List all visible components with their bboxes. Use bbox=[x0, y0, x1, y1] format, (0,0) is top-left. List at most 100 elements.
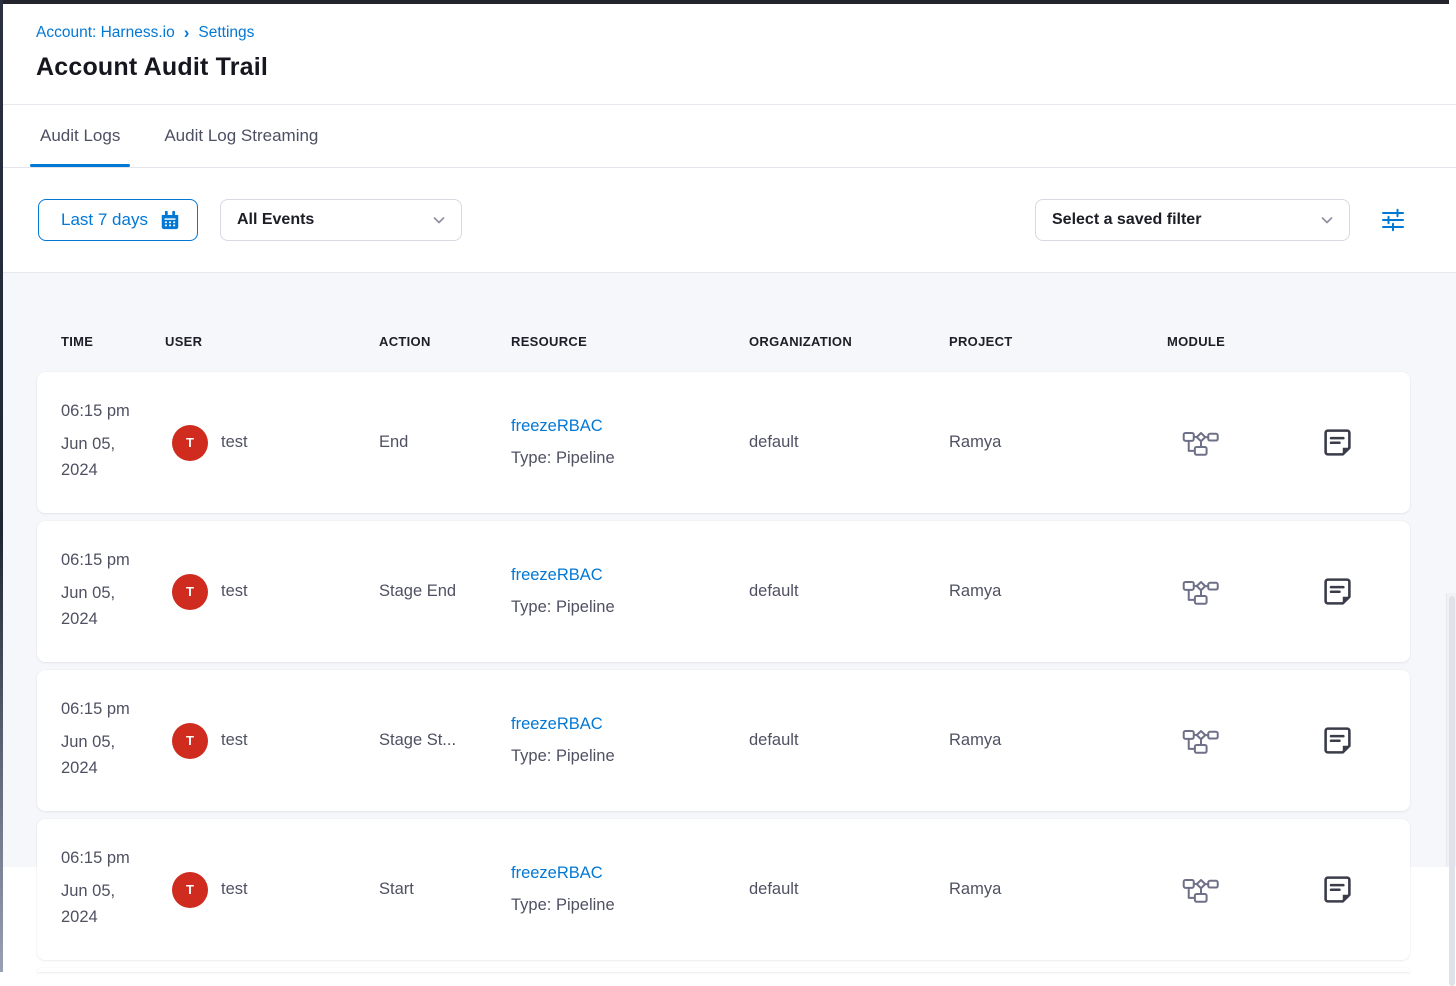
pipeline-module-icon bbox=[1182, 726, 1307, 755]
cell-time: 06:15 pm Jun 05, 2024 bbox=[61, 402, 165, 483]
saved-filter-value: Select a saved filter bbox=[1052, 211, 1201, 229]
cell-user: T test bbox=[165, 574, 379, 610]
date-range-button[interactable]: Last 7 days bbox=[38, 199, 198, 241]
cell-module bbox=[1167, 726, 1307, 755]
cell-module bbox=[1167, 428, 1307, 457]
table-rows: 06:15 pm Jun 05, 2024 T test End freezeR… bbox=[0, 349, 1456, 972]
avatar: T bbox=[172, 872, 208, 908]
cell-project: Ramya bbox=[949, 731, 1167, 750]
pipeline-module-icon bbox=[1182, 875, 1307, 904]
pipeline-module-icon bbox=[1182, 428, 1307, 457]
sliders-icon bbox=[1380, 207, 1406, 233]
cell-project: Ramya bbox=[949, 582, 1167, 601]
cell-action: Stage St... bbox=[379, 731, 511, 750]
notes-button[interactable] bbox=[1320, 872, 1355, 907]
avatar: T bbox=[172, 574, 208, 610]
cell-module bbox=[1167, 875, 1307, 904]
window-frame-top bbox=[0, 0, 1449, 4]
notes-button[interactable] bbox=[1320, 425, 1355, 460]
cell-user: T test bbox=[165, 723, 379, 759]
table-row: 06:15 pm Jun 05, 2024 T test Stage St...… bbox=[37, 670, 1410, 811]
resource-link[interactable]: freezeRBAC bbox=[511, 715, 603, 734]
calendar-icon bbox=[159, 209, 181, 231]
col-header-organization: ORGANIZATION bbox=[749, 334, 949, 349]
audit-table: TIME USER ACTION RESOURCE ORGANIZATION P… bbox=[0, 273, 1456, 867]
avatar: T bbox=[172, 425, 208, 461]
scrollbar-track[interactable] bbox=[1446, 593, 1456, 867]
pipeline-module-icon bbox=[1182, 577, 1307, 606]
resource-link[interactable]: freezeRBAC bbox=[511, 864, 603, 883]
cell-time: 06:15 pm Jun 05, 2024 bbox=[61, 700, 165, 781]
avatar: T bbox=[172, 723, 208, 759]
breadcrumb-link-settings[interactable]: Settings bbox=[198, 24, 254, 42]
col-header-resource: RESOURCE bbox=[511, 334, 749, 349]
breadcrumb-link-account[interactable]: Account: Harness.io bbox=[36, 24, 175, 42]
cell-module bbox=[1167, 577, 1307, 606]
user-name: test bbox=[221, 731, 248, 750]
tab-audit-log-streaming[interactable]: Audit Log Streaming bbox=[160, 105, 322, 167]
cell-organization: default bbox=[749, 731, 949, 750]
events-select-value: All Events bbox=[237, 211, 314, 229]
cell-action: Start bbox=[379, 880, 511, 899]
note-icon bbox=[1322, 427, 1353, 458]
window-frame-left bbox=[0, 0, 3, 972]
date-value: Jun 05, 2024 bbox=[61, 878, 141, 930]
time-value: 06:15 pm bbox=[61, 551, 165, 570]
cell-resource: freezeRBAC Type: Pipeline bbox=[511, 417, 749, 468]
note-icon bbox=[1322, 874, 1353, 905]
date-value: Jun 05, 2024 bbox=[61, 580, 141, 632]
cell-action: Stage End bbox=[379, 582, 511, 601]
cell-time: 06:15 pm Jun 05, 2024 bbox=[61, 551, 165, 632]
time-value: 06:15 pm bbox=[61, 402, 165, 421]
cell-user: T test bbox=[165, 425, 379, 461]
date-value: Jun 05, 2024 bbox=[61, 729, 141, 781]
col-header-user: USER bbox=[165, 334, 379, 349]
cell-notes bbox=[1307, 872, 1386, 907]
time-value: 06:15 pm bbox=[61, 849, 165, 868]
page-header: Account: Harness.io › Settings Account A… bbox=[0, 0, 1456, 105]
date-value: Jun 05, 2024 bbox=[61, 431, 141, 483]
chevron-down-icon bbox=[431, 212, 447, 228]
tabs-bar: Audit Logs Audit Log Streaming bbox=[0, 105, 1456, 168]
cell-user: T test bbox=[165, 872, 379, 908]
cell-organization: default bbox=[749, 880, 949, 899]
resource-link[interactable]: freezeRBAC bbox=[511, 566, 603, 585]
tab-audit-logs[interactable]: Audit Logs bbox=[36, 105, 124, 167]
page-title: Account Audit Trail bbox=[36, 53, 1420, 82]
col-header-time: TIME bbox=[61, 334, 165, 349]
table-row-partial bbox=[37, 968, 1410, 972]
notes-button[interactable] bbox=[1320, 574, 1355, 609]
date-range-label: Last 7 days bbox=[61, 210, 148, 230]
scrollbar-thumb[interactable] bbox=[1449, 596, 1455, 986]
filter-bar: Last 7 days All Events Select a saved fi… bbox=[0, 168, 1456, 273]
cell-organization: default bbox=[749, 582, 949, 601]
tab-audit-log-streaming-label: Audit Log Streaming bbox=[164, 126, 318, 146]
filter-sliders-button[interactable] bbox=[1376, 203, 1410, 237]
saved-filter-select[interactable]: Select a saved filter bbox=[1035, 199, 1350, 241]
col-header-action: ACTION bbox=[379, 334, 511, 349]
table-row: 06:15 pm Jun 05, 2024 T test End freezeR… bbox=[37, 372, 1410, 513]
table-header-row: TIME USER ACTION RESOURCE ORGANIZATION P… bbox=[0, 273, 1456, 349]
notes-button[interactable] bbox=[1320, 723, 1355, 758]
cell-time: 06:15 pm Jun 05, 2024 bbox=[61, 849, 165, 930]
cell-notes bbox=[1307, 574, 1386, 609]
breadcrumb: Account: Harness.io › Settings bbox=[36, 24, 1420, 42]
table-row: 06:15 pm Jun 05, 2024 T test Start freez… bbox=[37, 819, 1410, 960]
user-name: test bbox=[221, 433, 248, 452]
resource-type: Type: Pipeline bbox=[511, 896, 749, 915]
col-header-project: PROJECT bbox=[949, 334, 1167, 349]
events-select[interactable]: All Events bbox=[220, 199, 462, 241]
resource-type: Type: Pipeline bbox=[511, 598, 749, 617]
note-icon bbox=[1322, 725, 1353, 756]
note-icon bbox=[1322, 576, 1353, 607]
table-row: 06:15 pm Jun 05, 2024 T test Stage End f… bbox=[37, 521, 1410, 662]
cell-resource: freezeRBAC Type: Pipeline bbox=[511, 566, 749, 617]
cell-project: Ramya bbox=[949, 880, 1167, 899]
resource-type: Type: Pipeline bbox=[511, 747, 749, 766]
breadcrumb-chevron-icon: › bbox=[184, 24, 190, 41]
resource-link[interactable]: freezeRBAC bbox=[511, 417, 603, 436]
cell-notes bbox=[1307, 425, 1386, 460]
chevron-down-icon bbox=[1319, 212, 1335, 228]
tab-audit-logs-label: Audit Logs bbox=[40, 126, 120, 146]
user-name: test bbox=[221, 880, 248, 899]
